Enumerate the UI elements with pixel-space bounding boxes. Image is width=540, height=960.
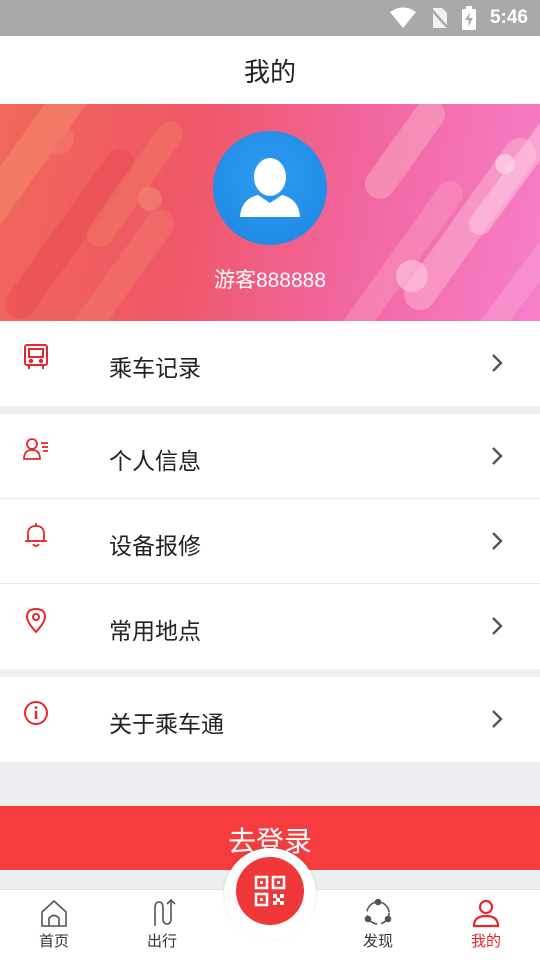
tab-home[interactable]: 首页 (14, 890, 94, 960)
user-info-icon (23, 438, 48, 460)
menu-item-common-places[interactable]: 常用地点 (0, 584, 540, 669)
wifi-icon (389, 7, 416, 28)
tab-travel[interactable]: 出行 (122, 890, 202, 960)
chevron-right-icon (492, 532, 503, 550)
discover-icon (364, 898, 392, 925)
chevron-right-icon (492, 354, 503, 372)
chevron-right-icon (492, 710, 503, 728)
user-avatar-icon (240, 158, 300, 217)
page-title: 我的 (243, 57, 296, 88)
username: 游客888888 (213, 269, 327, 292)
menu-item-label: 常用地点 (109, 619, 201, 645)
title-bar: 我的 (0, 36, 540, 104)
battery-charging-icon (461, 6, 476, 30)
menu-item-device-repair[interactable]: 设备报修 (0, 499, 540, 584)
menu-item-about[interactable]: 关于乘车通 (0, 677, 540, 762)
info-icon (24, 701, 48, 725)
menu-item-label: 设备报修 (109, 534, 201, 560)
tab-discover[interactable]: 发现 (338, 890, 418, 960)
chevron-right-icon (492, 617, 503, 635)
menu-item-label: 关于乘车通 (109, 712, 224, 738)
bus-icon (24, 344, 48, 369)
profile-banner: 游客888888 (0, 104, 540, 321)
tab-label: 首页 (38, 932, 69, 950)
route-icon (154, 898, 176, 926)
menu-item-personal-info[interactable]: 个人信息 (0, 414, 540, 499)
chevron-right-icon (492, 447, 503, 465)
person-icon (472, 899, 500, 928)
bell-icon (25, 523, 47, 547)
avatar[interactable] (213, 131, 327, 245)
home-icon (41, 899, 67, 927)
location-pin-icon (25, 607, 47, 634)
status-bar: 5:46 (0, 0, 540, 36)
scan-qr-button[interactable] (236, 857, 304, 925)
menu-item-ride-records[interactable]: 乘车记录 (0, 321, 540, 406)
tab-label: 出行 (146, 932, 177, 950)
scan-button-wrapper (224, 848, 316, 940)
no-sim-icon (430, 8, 448, 28)
menu-item-label: 个人信息 (109, 449, 201, 475)
tab-label: 我的 (470, 932, 501, 950)
status-clock: 5:46 (489, 7, 528, 28)
tab-mine[interactable]: 我的 (446, 890, 526, 960)
tab-label: 发现 (362, 932, 393, 950)
qr-code-icon (254, 875, 286, 907)
menu-item-label: 乘车记录 (109, 356, 201, 382)
